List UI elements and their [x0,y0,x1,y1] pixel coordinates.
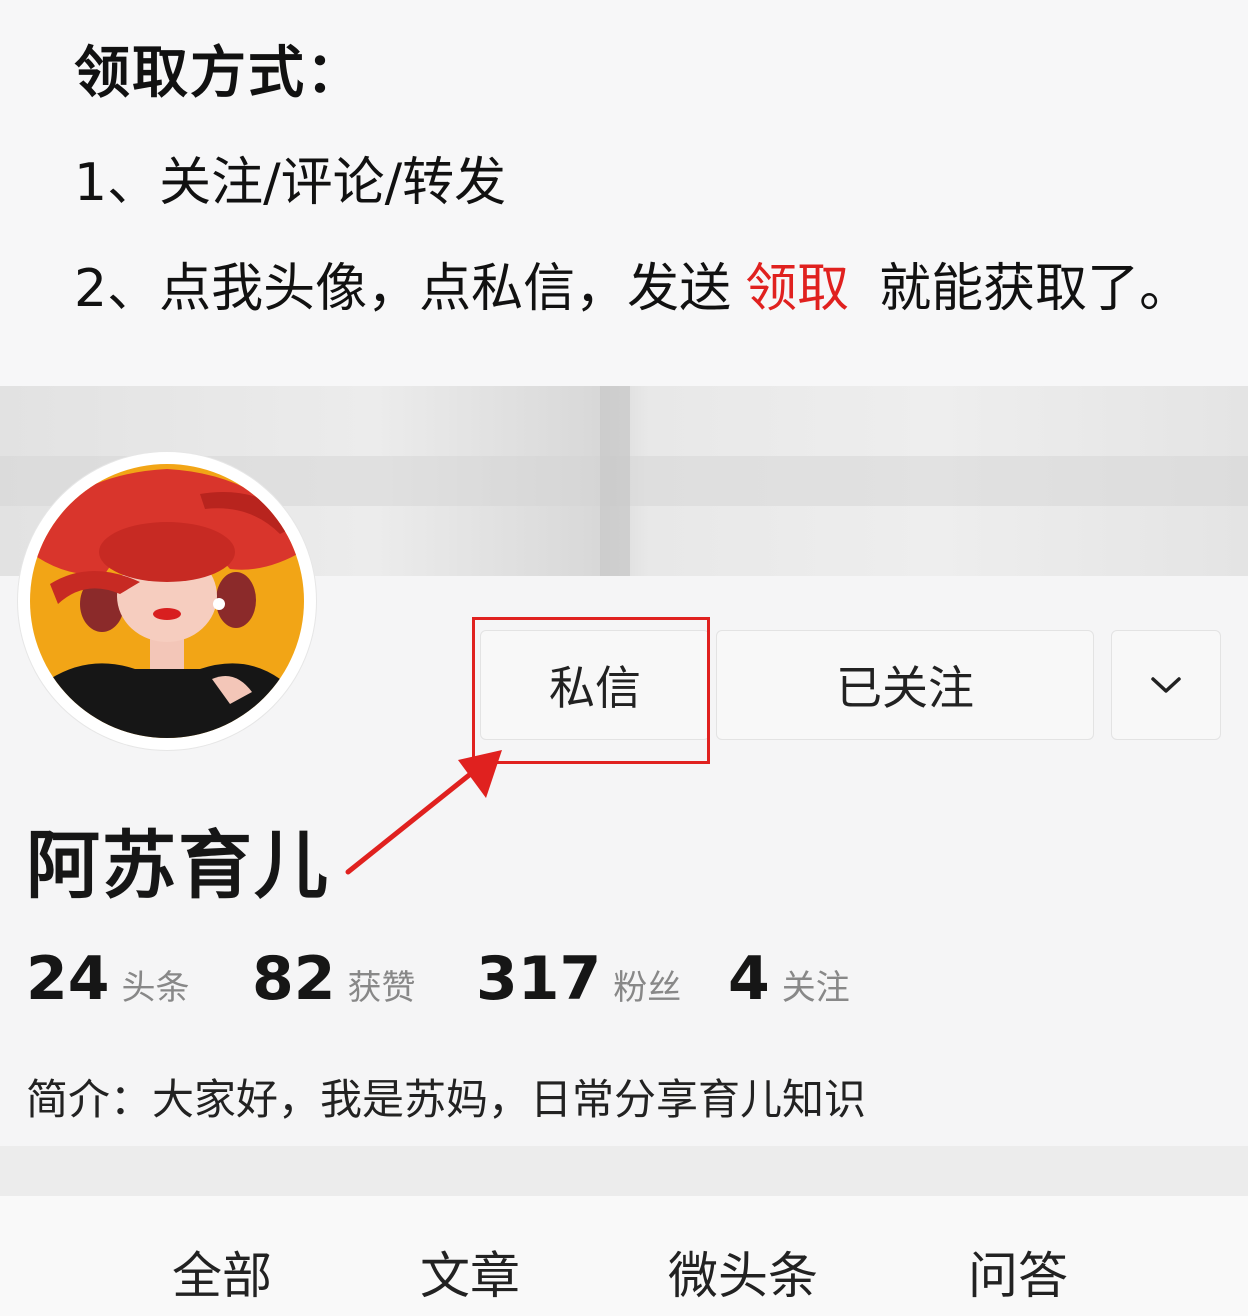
chevron-down-icon [1151,677,1181,693]
stat-likes[interactable]: 82 获赞 [252,944,416,1014]
stat-articles[interactable]: 24 头条 [26,944,190,1014]
stat-label: 粉丝 [613,968,682,1008]
stat-value: 24 [26,944,110,1014]
following-button[interactable]: 已关注 [716,630,1094,740]
stat-value: 82 [252,944,336,1014]
banner-decoration [600,386,630,576]
instructions-step2-prefix: 2、点我头像，点私信，发送 [74,259,732,319]
tab-all[interactable]: 全部 [172,1236,272,1308]
stat-label: 获赞 [347,968,416,1008]
section-divider [0,1146,1248,1196]
tab-micro-posts[interactable]: 微头条 [668,1236,818,1308]
profile-name: 阿苏育儿 [26,823,330,909]
avatar-illustration [30,464,304,738]
stat-following[interactable]: 4 关注 [728,944,850,1014]
message-button[interactable]: 私信 [480,630,710,740]
tab-qa[interactable]: 问答 [968,1236,1068,1308]
avatar[interactable] [18,452,316,750]
content-tabs: 全部 文章 微头条 问答 [0,1196,1248,1316]
stat-label: 头条 [121,968,190,1008]
tab-articles[interactable]: 文章 [420,1236,520,1308]
instructions-step2: 2、点我头像，点私信，发送 领取 就能获取了。 [74,246,1191,321]
stat-label: 关注 [781,968,850,1008]
more-options-button[interactable] [1111,630,1221,740]
instructions-keyword: 领取 [745,259,850,319]
instructions-step1: 1、关注/评论/转发 [74,153,507,213]
profile-bio: 简介：大家好，我是苏妈，日常分享育儿知识 [26,1075,867,1124]
stat-value: 317 [476,944,602,1014]
instructions-title: 领取方式： [74,41,364,106]
instructions-step2-suffix: 就能获取了。 [879,259,1192,319]
stat-value: 4 [728,944,770,1014]
stat-fans[interactable]: 317 粉丝 [476,944,681,1014]
instructions-panel: 领取方式： 1、关注/评论/转发 2、点我头像，点私信，发送 领取 就能获取了。 [0,0,1248,386]
